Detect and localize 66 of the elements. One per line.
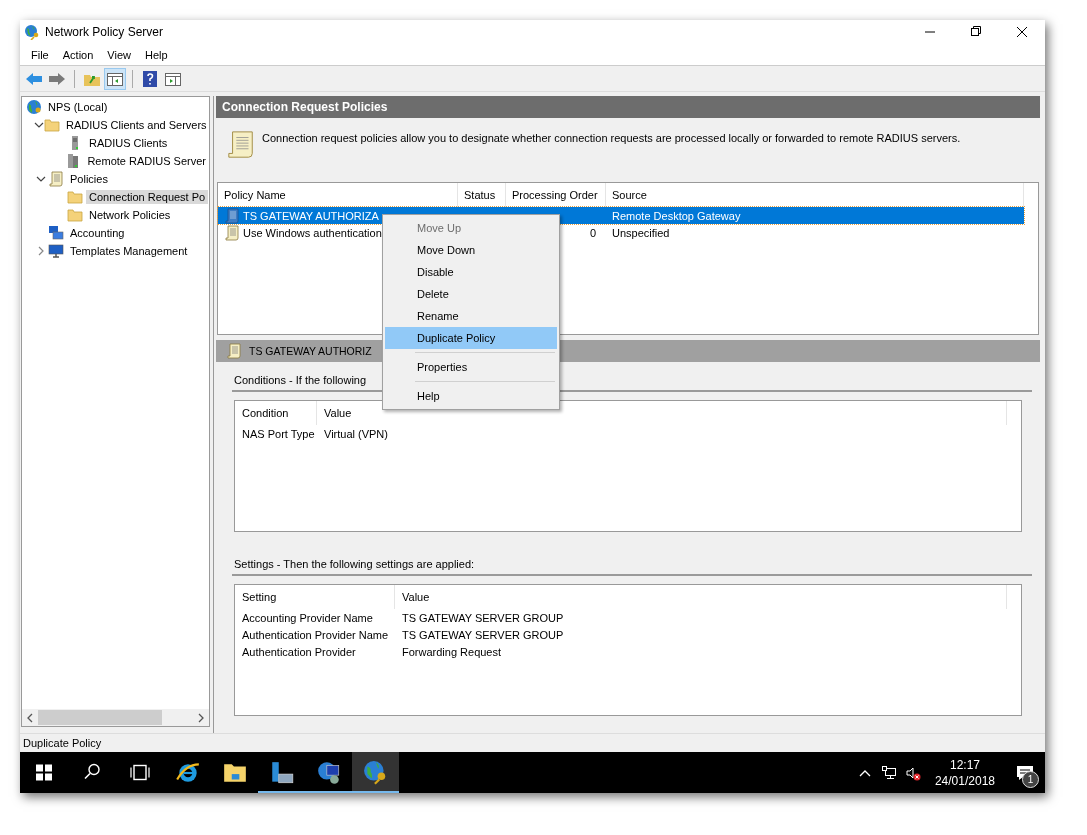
scroll-icon bbox=[226, 343, 242, 359]
table-cell-text: Authentication Provider bbox=[241, 645, 357, 658]
scroll-icon bbox=[226, 130, 256, 160]
table-cell-text: Authentication Provider Name bbox=[241, 628, 390, 641]
policy-icon bbox=[224, 207, 240, 224]
scroll-icon bbox=[48, 171, 64, 187]
tree-item[interactable]: Templates Management bbox=[67, 244, 191, 258]
help-icon[interactable] bbox=[140, 68, 160, 89]
policy-source: Remote Desktop Gateway bbox=[612, 209, 741, 222]
clock-time: 12:17 bbox=[949, 756, 980, 773]
table-cell-text: NAS Port Type bbox=[241, 427, 316, 440]
menu-item[interactable]: Disable bbox=[385, 261, 557, 283]
pane-description: Connection request policies allow you to designate whether connection requests are processed locally or forwarded to remote RADIUS servers. bbox=[262, 132, 961, 144]
tree-item[interactable]: NPS (Local) bbox=[45, 100, 111, 114]
tree-item[interactable]: Network Policies bbox=[86, 208, 174, 222]
status-text: Duplicate Policy bbox=[23, 737, 102, 749]
notification-badge: 1 bbox=[1022, 771, 1039, 788]
pane-header: Connection Request Policies bbox=[216, 96, 1040, 118]
tree-item[interactable]: RADIUS Clients and Servers bbox=[63, 118, 209, 132]
menu-item[interactable]: Properties bbox=[385, 356, 557, 378]
folder-icon bbox=[67, 207, 83, 223]
folder-icon bbox=[67, 189, 83, 205]
expand-icon[interactable] bbox=[36, 246, 46, 256]
show-pane-icon[interactable] bbox=[105, 68, 125, 89]
table-cell-text: TS GATEWAY SERVER GROUP bbox=[401, 611, 565, 624]
section-label: Settings - Then the following settings are applied: bbox=[234, 558, 476, 570]
tree-item[interactable]: Accounting bbox=[67, 226, 128, 240]
menu-item[interactable]: File bbox=[24, 48, 56, 61]
computers-icon bbox=[48, 225, 64, 241]
clock-date: 24/01/2018 bbox=[934, 772, 995, 789]
column-header[interactable]: Setting bbox=[235, 585, 395, 609]
menu-item[interactable]: View bbox=[100, 48, 138, 61]
menu-item[interactable]: Duplicate Policy bbox=[385, 327, 557, 349]
policy-name: Use Windows authentication bbox=[243, 226, 382, 239]
policy-source: Unspecified bbox=[612, 226, 670, 239]
monitor-icon bbox=[48, 243, 64, 259]
column-header[interactable]: Value bbox=[395, 585, 1007, 609]
tree-item[interactable]: Connection Request Po bbox=[86, 190, 209, 204]
tree-item[interactable]: RADIUS Clients bbox=[86, 136, 171, 150]
scroll-thumb[interactable] bbox=[38, 710, 162, 725]
table-cell-text: TS GATEWAY SERVER GROUP bbox=[401, 628, 565, 641]
menu-item[interactable]: Move Down bbox=[385, 239, 557, 261]
table-cell-text: Accounting Provider Name bbox=[241, 611, 374, 624]
taskbar-app[interactable] bbox=[352, 752, 399, 793]
table-cell-text: Virtual (VPN) bbox=[323, 427, 389, 440]
menu-item[interactable]: Help bbox=[137, 48, 175, 61]
tree-item[interactable]: Policies bbox=[67, 172, 111, 186]
window-title: Network Policy Server bbox=[45, 25, 164, 39]
section-label: Conditions - If the following bbox=[234, 374, 368, 386]
column-header[interactable]: Condition bbox=[235, 401, 317, 425]
table-cell-text: Forwarding Request bbox=[401, 645, 503, 658]
folder-icon bbox=[44, 117, 60, 133]
policy-name: TS GATEWAY AUTHORIZA bbox=[243, 209, 379, 222]
globe-key-icon bbox=[24, 24, 40, 40]
menu-item[interactable]: Rename bbox=[385, 305, 557, 327]
processing-order: 0 bbox=[589, 226, 596, 239]
globe-icon bbox=[26, 99, 42, 115]
policy-icon bbox=[224, 224, 240, 241]
network-icon[interactable] bbox=[880, 764, 897, 781]
remote-computer-icon bbox=[315, 759, 342, 786]
menu-item[interactable]: Delete bbox=[385, 283, 557, 305]
detail-title: TS GATEWAY AUTHORIZ bbox=[249, 345, 372, 357]
menu-item[interactable]: Action bbox=[55, 48, 101, 61]
collapse-icon[interactable] bbox=[36, 174, 46, 184]
collapse-icon[interactable] bbox=[34, 120, 44, 130]
tree-item[interactable]: Remote RADIUS Server bbox=[84, 154, 209, 168]
